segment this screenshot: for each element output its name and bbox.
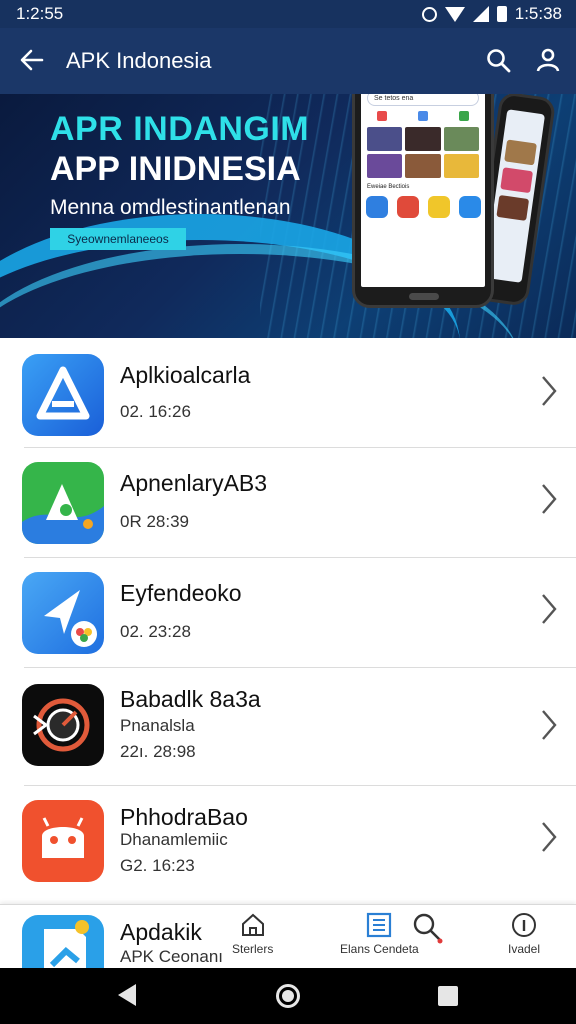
app-list-item-peek[interactable]: Apdakik APK Ceonanı [0, 905, 232, 969]
app-bar-title: APK Indonesia [66, 48, 212, 73]
app-list-item[interactable]: ApnenlaryAB3 0R 28:39 [0, 448, 576, 558]
phone-category-1 [376, 111, 387, 121]
system-recents-icon[interactable] [438, 986, 458, 1006]
app-logo-icon [22, 572, 104, 654]
back-arrow-icon[interactable] [18, 46, 46, 74]
alarm-icon [421, 6, 437, 22]
app-list-item[interactable]: PhhodraBao Dhanamlemiic G2. 16:23 [0, 786, 576, 902]
phone-screen: Se tetos ena Eweiae Bectiois [361, 94, 485, 287]
phone-screen-search: Se tetos ena [367, 94, 479, 106]
banner-subtitle: Menna omdlestinantlenan [50, 196, 291, 219]
app-name: Apdakik [120, 919, 202, 945]
app-meta: 02. 16:26 [120, 402, 191, 421]
tab-search[interactable] [410, 911, 444, 948]
banner-headline-2: APP INIDNESIA [50, 150, 301, 188]
app-name: ApnenlaryAB3 [120, 470, 268, 496]
tab-info-label: Ivadel [508, 942, 541, 956]
phone-tile-3 [443, 127, 479, 151]
phone-tile-6 [443, 154, 479, 178]
app-meta: 22ı. 28:98 [120, 742, 196, 761]
battery-icon [496, 6, 507, 22]
phone-back-image-1 [504, 139, 537, 166]
app-subtitle: APK Ceonanı [120, 947, 224, 966]
phone-app-2 [396, 196, 419, 218]
list-icon [367, 912, 392, 938]
app-name: Babadlk 8a3a [120, 686, 261, 712]
phone-app-1 [365, 196, 388, 218]
phone-screen-grid [367, 127, 479, 178]
app-logo-icon [22, 462, 104, 544]
phone-tile-2 [405, 127, 441, 151]
app-list-item[interactable]: Aplkioalcarla 02. 16:26 [0, 338, 576, 448]
chevron-right-icon [542, 594, 557, 624]
phone-tile-5 [405, 154, 441, 178]
system-back-icon[interactable] [118, 984, 136, 1006]
app-bar: APK Indonesia [0, 28, 576, 94]
search-icon [413, 913, 443, 944]
app-logo-icon [22, 684, 104, 766]
phone-back-image-3 [496, 194, 530, 221]
chevron-right-icon [542, 710, 557, 740]
phone-speaker [409, 293, 439, 300]
signal-icon [472, 6, 489, 22]
tab-list-label: Elans Cendeta [340, 942, 419, 956]
phone-app-4 [458, 196, 481, 218]
phone-tile-1 [367, 127, 403, 151]
tab-home[interactable]: Sterlers [232, 911, 273, 956]
app-meta: 0R 28:39 [120, 512, 189, 531]
phone-app-3 [427, 196, 450, 218]
wifi-icon [444, 6, 465, 22]
tab-list[interactable]: Elans Cendeta [340, 911, 419, 956]
status-time-right: 1:5:38 [514, 4, 562, 23]
app-name: Aplkioalcarla [120, 362, 251, 388]
app-subtitle: Pnanalsla [120, 716, 195, 735]
app-logo-icon [22, 800, 104, 882]
status-bar: 1:2:55 1:5:38 [0, 0, 576, 28]
phone-category-2 [417, 111, 428, 121]
app-logo-icon [22, 354, 104, 436]
chevron-right-icon [542, 376, 557, 406]
account-icon[interactable] [534, 46, 562, 74]
phone-tile-4 [367, 154, 403, 178]
app-list: Aplkioalcarla 02. 16:26 ApnenlaryAB3 0R … [0, 338, 576, 904]
info-icon [512, 913, 537, 937]
promo-banner[interactable]: APR INDANGIM APP INIDNESIA Menna omdlest… [0, 94, 576, 338]
app-name: Eyfendeoko [120, 580, 242, 606]
banner-headline-1: APR INDANGIM [50, 110, 310, 148]
status-time-left: 1:2:55 [16, 4, 64, 23]
phone-screen-caption: Eweiae Bectiois [367, 184, 410, 190]
home-icon [241, 913, 264, 936]
system-home-icon[interactable] [276, 984, 300, 1008]
app-name: PhhodraBao [120, 804, 248, 830]
banner-cta-button[interactable]: Syeownemlaneeos [50, 228, 186, 250]
phone-screen-app-row [361, 196, 485, 218]
app-screen: 1:2:55 1:5:38 APK Indonesia APR INDANGIM… [0, 0, 576, 1024]
app-logo-icon [22, 915, 104, 969]
app-meta: G2. 16:23 [120, 856, 195, 875]
chevron-right-icon [542, 822, 557, 852]
search-icon[interactable] [486, 48, 512, 74]
bottom-navigation: Apdakik APK Ceonanı Sterlers Elans Cende… [0, 904, 576, 969]
chevron-right-icon [542, 484, 557, 514]
status-icons: 1:5:38 [421, 4, 562, 24]
tab-info[interactable]: Ivadel [508, 911, 540, 956]
app-list-item[interactable]: Babadlk 8a3a Pnanalsla 22ı. 28:98 [0, 668, 576, 786]
phone-back-image-2 [500, 167, 534, 194]
tab-home-label: Sterlers [232, 942, 274, 956]
app-meta: 02. 23:28 [120, 622, 191, 641]
app-list-item[interactable]: Eyfendeoko 02. 23:28 [0, 558, 576, 668]
system-navigation-bar [0, 968, 576, 1024]
app-subtitle: Dhanamlemiic [120, 830, 228, 849]
phone-category-3 [459, 111, 470, 121]
banner-phone-illustration: Se tetos ena Eweiae Bectiois [352, 94, 494, 308]
phone-screen-category-row [361, 111, 485, 121]
